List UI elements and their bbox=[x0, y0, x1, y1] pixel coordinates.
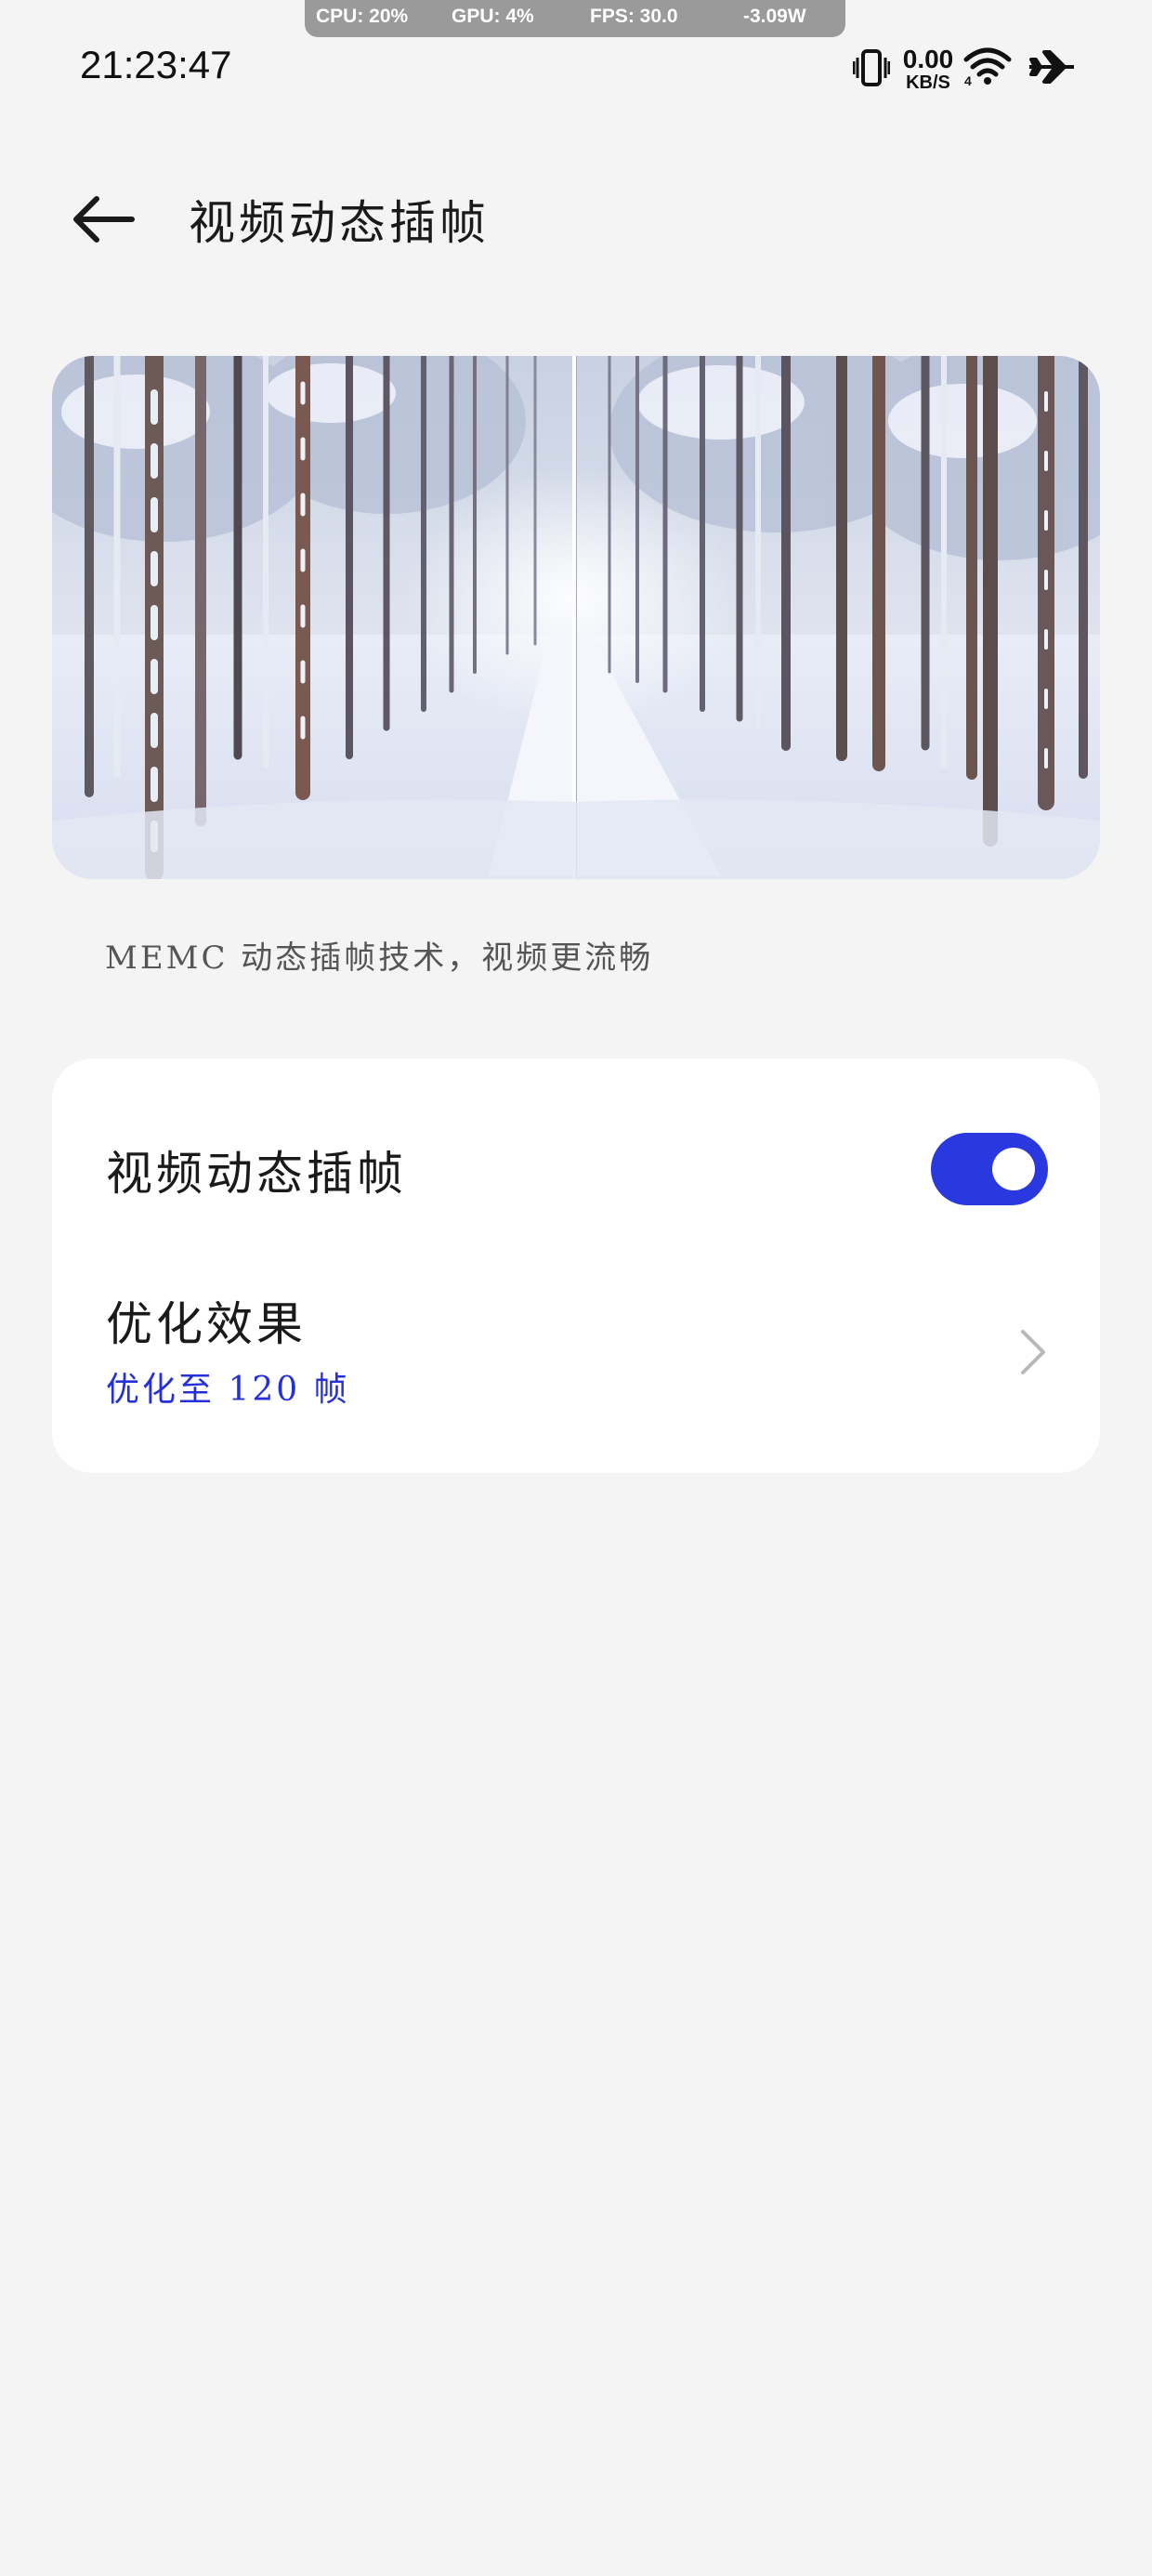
memc-preview-image bbox=[52, 356, 1100, 879]
svg-text:4: 4 bbox=[964, 73, 972, 87]
back-button[interactable] bbox=[71, 193, 136, 245]
page-title: 视频动态插帧 bbox=[189, 196, 490, 250]
optimization-effect-value: 优化至 120 帧 bbox=[106, 1371, 350, 1409]
optimization-effect-label: 优化效果 bbox=[106, 1297, 307, 1351]
snowy-forest-illustration bbox=[52, 356, 1100, 879]
network-speed-unit: KB/S bbox=[906, 72, 950, 93]
gpu-usage: GPU: 4% bbox=[452, 6, 534, 27]
preview-caption: MEMC 动态插帧技术，视频更流畅 bbox=[105, 940, 654, 977]
arrow-left-icon bbox=[73, 196, 135, 243]
network-speed-value: 0.00 bbox=[902, 45, 954, 73]
chevron-right-icon bbox=[1021, 1330, 1045, 1374]
network-speed: 0.00 KB/S bbox=[899, 45, 957, 93]
toggle-knob bbox=[992, 1148, 1035, 1190]
fps-readout: FPS: 30.0 bbox=[590, 6, 678, 27]
status-clock: 21:23:47 bbox=[80, 43, 232, 86]
status-bar-icons: 0.00 KB/S 4 bbox=[853, 45, 1078, 93]
optimization-effect-row[interactable]: 优化效果 优化至 120 帧 bbox=[52, 1272, 1100, 1473]
vibrate-icon bbox=[853, 49, 890, 86]
cpu-usage: CPU: 20% bbox=[316, 6, 409, 27]
memc-toggle-label: 视频动态插帧 bbox=[106, 1147, 407, 1201]
wifi-icon: 4 bbox=[963, 47, 1012, 87]
performance-overlay: CPU: 20% GPU: 4% FPS: 30.0 -3.09W bbox=[305, 0, 845, 37]
airplane-mode-icon bbox=[1029, 50, 1074, 84]
settings-card: 视频动态插帧 优化效果 优化至 120 帧 bbox=[52, 1058, 1100, 1473]
memc-toggle-switch[interactable] bbox=[931, 1133, 1048, 1205]
power-readout: -3.09W bbox=[743, 6, 806, 27]
memc-toggle-row: 视频动态插帧 bbox=[52, 1058, 1100, 1272]
